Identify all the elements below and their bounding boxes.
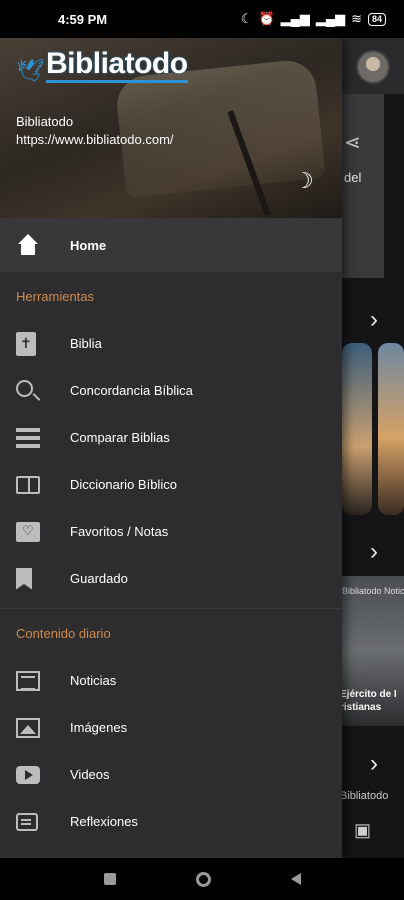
share-icon[interactable]: ⋖ bbox=[344, 130, 361, 155]
stack-icon bbox=[16, 427, 40, 448]
menu-item-videos[interactable]: Videos bbox=[0, 751, 342, 798]
battery-icon: 84 bbox=[367, 12, 386, 26]
home-icon bbox=[16, 233, 40, 257]
section-header-daily: Contenido diario bbox=[16, 625, 111, 641]
book-icon bbox=[16, 475, 40, 494]
news-title: Ejército de Iristianas bbox=[340, 689, 397, 713]
video-icon bbox=[16, 765, 40, 784]
image-icon bbox=[16, 717, 40, 738]
dove-icon: 🕊 bbox=[16, 58, 44, 83]
menu-item-comparar[interactable]: Comparar Biblias bbox=[0, 414, 342, 461]
back-button[interactable] bbox=[290, 873, 301, 885]
menu-item-label: Biblia bbox=[70, 336, 102, 351]
system-nav-bar bbox=[0, 858, 404, 900]
bible-icon bbox=[16, 331, 36, 356]
folder-heart-icon[interactable]: ▣ bbox=[354, 820, 371, 841]
menu-item-label: Comparar Biblias bbox=[70, 430, 170, 445]
chat-icon bbox=[16, 812, 38, 831]
site-url[interactable]: https://www.bibliatodo.com/ bbox=[16, 132, 174, 147]
wifi-icon: ≋ bbox=[351, 11, 362, 26]
site-name: Bibliatodo bbox=[16, 114, 74, 129]
recents-button[interactable] bbox=[103, 873, 116, 885]
news-icon bbox=[16, 670, 40, 691]
menu-item-label: Home bbox=[70, 237, 107, 253]
dnd-moon-icon: ☾ bbox=[240, 11, 253, 26]
verse-card-text: del bbox=[344, 170, 362, 185]
menu-item-favoritos[interactable]: Favoritos / Notas bbox=[0, 508, 342, 555]
image-card[interactable] bbox=[378, 343, 404, 515]
dark-mode-toggle-icon[interactable]: ☽ bbox=[294, 168, 314, 194]
menu-item-label: Favoritos / Notas bbox=[70, 524, 169, 539]
logo-text: Bibliatodo bbox=[45, 48, 188, 83]
chevron-right-icon[interactable]: › bbox=[370, 306, 378, 334]
drawer-header: 🕊 Bibliatodo Bibliatodo https://www.bibl… bbox=[0, 38, 342, 218]
menu-item-home[interactable]: Home bbox=[0, 218, 342, 272]
app-logo: 🕊 Bibliatodo bbox=[16, 48, 188, 83]
section-header-tools: Herramientas bbox=[16, 288, 95, 304]
chevron-right-icon[interactable]: › bbox=[370, 538, 378, 566]
menu-item-diccionario[interactable]: Diccionario Bíblico bbox=[0, 461, 342, 508]
menu-item-guardado[interactable]: Guardado bbox=[0, 555, 342, 602]
bottom-logo-text: Bibliatodo bbox=[340, 790, 389, 802]
news-header: Bibliatodo Notic bbox=[342, 586, 404, 596]
avatar[interactable] bbox=[356, 50, 390, 84]
menu-item-concordancia[interactable]: Concordancia Bíblica bbox=[0, 367, 342, 414]
status-bar: 4:59 PM ☾ ⏰ ▂▄▆ ▂▄▆ ≋ 84 bbox=[0, 0, 404, 38]
menu-item-noticias[interactable]: Noticias bbox=[0, 657, 342, 704]
status-icons: ☾ ⏰ ▂▄▆ ▂▄▆ ≋ 84 bbox=[241, 11, 386, 27]
navigation-drawer: 🕊 Bibliatodo Bibliatodo https://www.bibl… bbox=[0, 38, 342, 858]
search-icon bbox=[16, 380, 33, 397]
chevron-right-icon[interactable]: › bbox=[370, 750, 378, 778]
menu-item-label: Imágenes bbox=[70, 720, 128, 735]
menu-item-biblia[interactable]: Biblia bbox=[0, 320, 342, 367]
alarm-off-icon: ⏰ bbox=[258, 11, 275, 26]
folder-heart-icon bbox=[16, 521, 40, 542]
signal-icon: ▂▄▆ bbox=[280, 11, 310, 26]
menu-item-label: Concordancia Bíblica bbox=[70, 383, 193, 398]
menu-item-label: Videos bbox=[70, 767, 110, 782]
bookmark-icon bbox=[16, 567, 32, 590]
signal-icon-2: ▂▄▆ bbox=[315, 11, 346, 26]
menu-item-label: Diccionario Bíblico bbox=[70, 477, 177, 492]
status-time: 4:59 PM bbox=[58, 11, 108, 27]
menu-item-label: Guardado bbox=[70, 571, 128, 586]
menu-item-imagenes[interactable]: Imágenes bbox=[0, 704, 342, 751]
home-button[interactable] bbox=[195, 871, 211, 887]
menu-item-reflexiones[interactable]: Reflexiones bbox=[0, 798, 342, 845]
menu-item-label: Reflexiones bbox=[70, 814, 138, 829]
menu-item-label: Noticias bbox=[70, 673, 117, 688]
image-card[interactable] bbox=[342, 343, 372, 515]
